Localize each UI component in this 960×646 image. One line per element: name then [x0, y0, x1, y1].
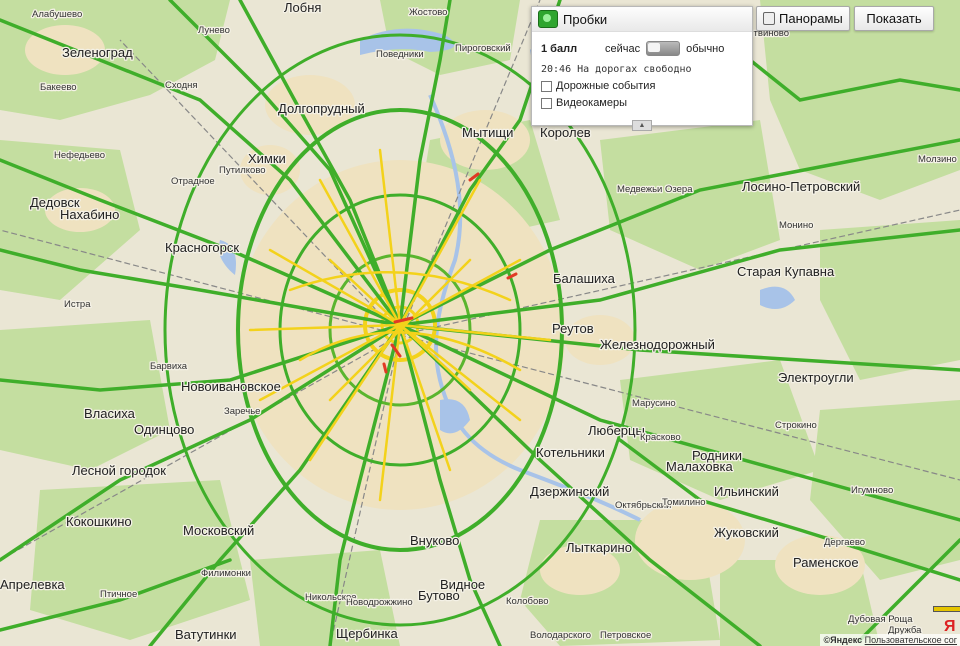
cameras-label[interactable]: Видеокамеры [556, 97, 627, 109]
city-label: Власиха [84, 406, 136, 421]
city-label: Ильинский [714, 484, 779, 499]
village-label: Красково [640, 432, 681, 443]
village-label: Луневo [198, 25, 230, 36]
traffic-score: 1 балл [541, 42, 578, 55]
village-label: Строкино [775, 420, 817, 431]
cameras-checkbox[interactable] [541, 97, 552, 109]
city-label: Лобня [284, 0, 321, 15]
city-label: Зеленоград [62, 45, 133, 60]
mode-toggle[interactable] [646, 41, 681, 56]
village-label: Монино [779, 220, 813, 231]
traffic-panel: Пробки 1 балл сейчас обычно 20:46 На дор… [531, 6, 753, 131]
city-label: Жуковский [714, 525, 779, 540]
village-label: Барвиха [150, 361, 188, 372]
city-label: Химки [248, 151, 286, 166]
show-label: Показать [866, 11, 922, 26]
city-label: Котельники [536, 445, 605, 460]
city-label: Апрелевка [0, 577, 65, 592]
city-label: Внуково [410, 533, 459, 548]
village-label: Володарского [530, 630, 591, 641]
events-checkbox-row[interactable]: Дорожные события [541, 80, 752, 92]
village-label: Поведники [376, 49, 424, 60]
city-label: Королев [540, 125, 591, 140]
village-label: Петровское [600, 630, 651, 641]
user-agreement-link[interactable]: Пользовательское сог [865, 635, 957, 645]
city-label: Новоивановское [181, 379, 281, 394]
panoramas-label: Панорамы [779, 11, 843, 26]
copyright: ©Яндекс Пользовательское сог [820, 634, 960, 646]
city-label: Люберцы [588, 423, 645, 438]
traffic-status: 20:46 На дорогах свободно [541, 64, 692, 75]
city-label: Кокошкино [66, 514, 132, 529]
collapse-arrow-icon[interactable]: ▲ [632, 120, 652, 131]
village-label: Марусино [632, 398, 676, 409]
village-label: Дергаево [824, 537, 865, 548]
city-label: Долгопрудный [278, 101, 365, 116]
village-label: Истра [64, 299, 91, 310]
village-label: Томилино [662, 497, 706, 508]
scale-bar [933, 606, 960, 612]
city-label: Железнодорожный [600, 337, 715, 352]
city-label: Балашиха [553, 271, 616, 286]
city-label: Нахабино [60, 207, 119, 222]
panorama-icon [763, 12, 775, 25]
village-label: Путилково [219, 165, 266, 176]
village-label: Игумново [851, 485, 893, 496]
village-label: Новодрожжино [346, 597, 413, 608]
city-label: Старая Купавна [737, 264, 835, 279]
village-label: Птичное [100, 589, 137, 600]
village-label: Отрадное [171, 176, 215, 187]
traffic-map[interactable]: Лобня Зеленоград Долгопрудный Химки Мытищи Ко… [0, 0, 960, 646]
city-label: Красногорск [165, 240, 239, 255]
traffic-title[interactable]: Пробки [563, 12, 607, 27]
city-label: Родники [692, 448, 742, 463]
city-label: Лыткарино [566, 540, 632, 555]
copyright-text: ©Яндекс [823, 635, 863, 645]
village-label: Нефедьево [54, 150, 105, 161]
events-label[interactable]: Дорожные события [556, 80, 655, 92]
show-button[interactable]: Показать [854, 6, 934, 31]
city-label: Электроугли [778, 370, 854, 385]
city-label: Одинцово [134, 422, 194, 437]
village-label: Заречье [224, 406, 260, 417]
panoramas-button[interactable]: Панорамы [756, 6, 850, 31]
village-label: Медвежьи Озера [617, 184, 693, 195]
city-label: Лосино-Петровский [742, 179, 860, 194]
city-label: Ватутинки [175, 627, 237, 642]
village-label: Жостово [409, 7, 447, 18]
city-label: Реутов [552, 321, 594, 336]
mode-now-label[interactable]: сейчас [605, 43, 640, 55]
village-label: Дубовая Роща [848, 614, 913, 625]
city-label: Щербинка [336, 626, 399, 641]
city-label: Видное [440, 577, 485, 592]
village-label: Филимонки [201, 568, 251, 579]
cameras-checkbox-row[interactable]: Видеокамеры [541, 97, 752, 109]
village-label: Пироговский [455, 43, 511, 54]
village-label: Сходня [165, 80, 198, 91]
traffic-panel-header[interactable]: Пробки [532, 7, 752, 32]
city-label: Мытищи [462, 125, 513, 140]
village-label: Молзино [918, 154, 957, 165]
traffic-light-icon[interactable] [538, 10, 558, 28]
village-label: Алабушево [32, 9, 82, 20]
city-label: Дзержинский [530, 484, 609, 499]
village-label: Колобово [506, 596, 549, 607]
city-label: Лесной городок [72, 463, 166, 478]
city-label: Московский [183, 523, 254, 538]
mode-usual-label[interactable]: обычно [686, 43, 724, 55]
city-label: Раменское [793, 555, 859, 570]
events-checkbox[interactable] [541, 80, 552, 92]
village-label: Бакеево [40, 82, 77, 93]
